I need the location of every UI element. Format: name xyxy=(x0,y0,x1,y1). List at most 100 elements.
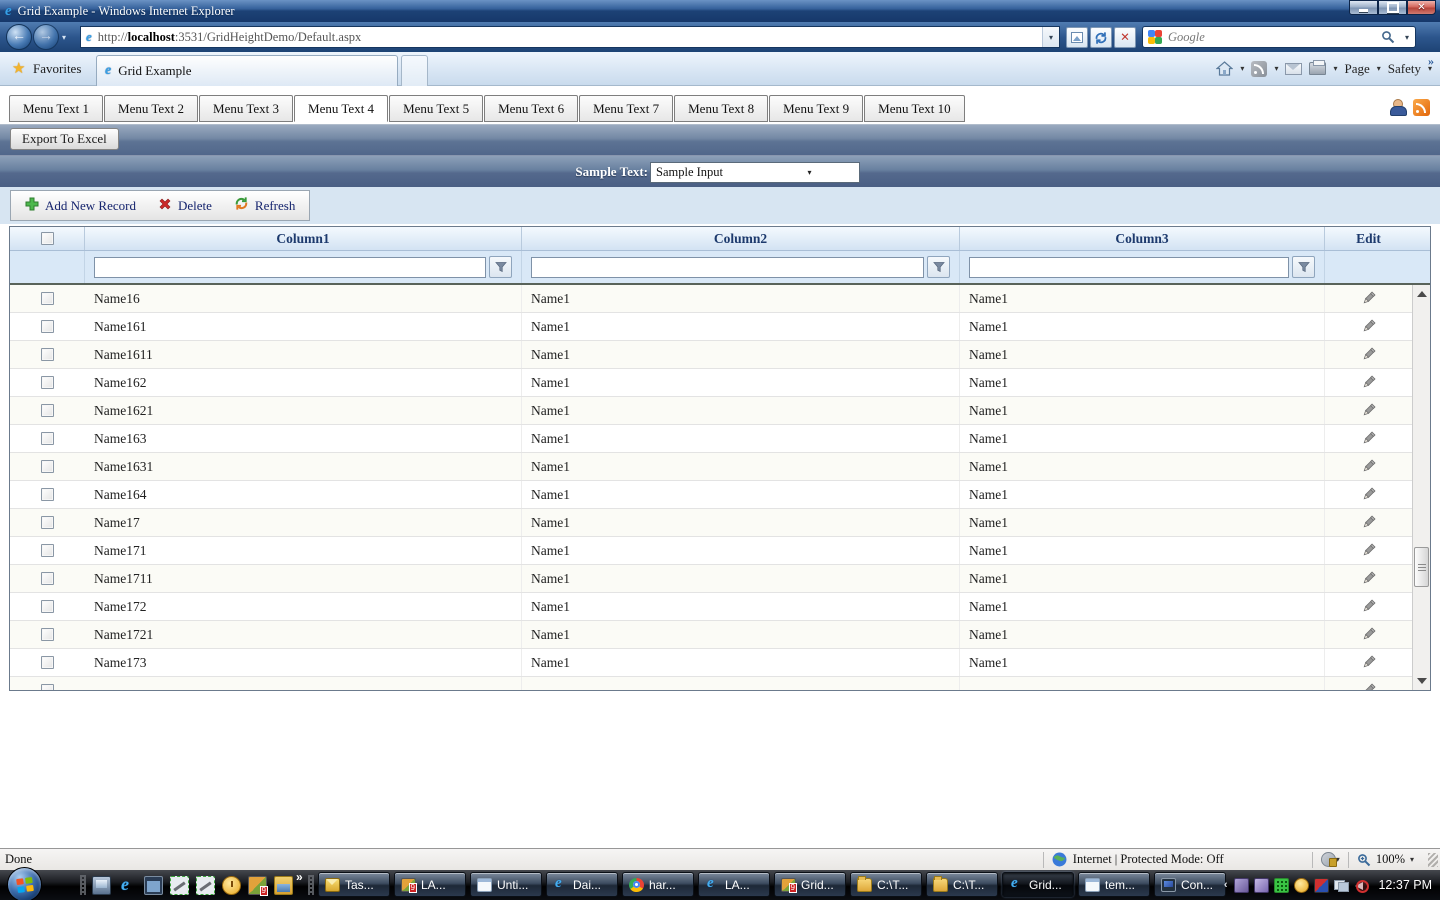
feeds-icon[interactable] xyxy=(1251,60,1268,77)
column2-header[interactable]: Column2 xyxy=(522,227,960,250)
search-options-dropdown-icon[interactable] xyxy=(1399,33,1415,42)
task-button[interactable]: C:\T... xyxy=(926,872,998,897)
table-row[interactable]: Name161 Name1 Name1 xyxy=(10,313,1412,341)
task-button[interactable]: Unti... xyxy=(470,872,542,897)
column2-filter-button[interactable] xyxy=(927,256,950,278)
grid-vertical-scrollbar[interactable] xyxy=(1412,285,1430,690)
edit-pencil-icon[interactable] xyxy=(1361,403,1376,418)
task-button[interactable]: Con... xyxy=(1154,872,1226,897)
zoom-control[interactable]: 100% xyxy=(1357,852,1428,867)
stop-button[interactable] xyxy=(1114,27,1136,48)
row-checkbox[interactable] xyxy=(41,292,54,305)
task-button[interactable]: Grid... xyxy=(1002,872,1074,897)
url-dropdown-icon[interactable] xyxy=(1042,27,1059,47)
export-to-excel-button[interactable]: Export To Excel xyxy=(10,128,119,150)
home-dropdown-icon[interactable] xyxy=(1240,64,1244,73)
column2-filter-input[interactable] xyxy=(531,256,924,278)
menu-tab[interactable]: Menu Text 8 xyxy=(674,95,769,122)
restore-button[interactable] xyxy=(1378,0,1407,15)
menu-tab[interactable]: Menu Text 1 xyxy=(9,95,104,122)
tray-icon[interactable] xyxy=(1254,877,1270,893)
table-row[interactable]: Name173 Name1 Name1 xyxy=(10,649,1412,677)
edit-pencil-icon[interactable] xyxy=(1361,375,1376,390)
table-row[interactable]: Name17 Name1 Name1 xyxy=(10,509,1412,537)
tray-icon[interactable] xyxy=(1274,877,1290,893)
menu-tab[interactable]: Menu Text 10 xyxy=(864,95,965,122)
scroll-up-icon[interactable] xyxy=(1417,291,1427,297)
row-checkbox[interactable] xyxy=(41,348,54,361)
table-row[interactable]: Name171 Name1 Name1 xyxy=(10,537,1412,565)
column3-header[interactable]: Column3 xyxy=(960,227,1325,250)
table-row[interactable]: Name1631 Name1 Name1 xyxy=(10,453,1412,481)
edit-pencil-icon[interactable] xyxy=(1361,599,1376,614)
edit-pencil-icon[interactable] xyxy=(1361,487,1376,502)
edit-pencil-icon[interactable] xyxy=(1361,347,1376,362)
minimize-button[interactable] xyxy=(1349,0,1378,15)
toolbar-grip[interactable] xyxy=(80,875,86,895)
table-row[interactable]: Name164 Name1 Name1 xyxy=(10,481,1412,509)
toolbar-grip[interactable] xyxy=(308,875,314,895)
task-button[interactable]: Grid... xyxy=(774,872,846,897)
edit-pencil-icon[interactable] xyxy=(1361,459,1376,474)
print-icon[interactable] xyxy=(1309,60,1327,75)
tray-icon[interactable] xyxy=(1314,877,1330,893)
quick-launch-icon[interactable] xyxy=(144,875,163,895)
home-button[interactable] xyxy=(1216,61,1234,76)
forward-button[interactable] xyxy=(33,24,59,50)
edit-pencil-icon[interactable] xyxy=(1361,291,1376,306)
table-row[interactable] xyxy=(10,677,1412,690)
edit-pencil-icon[interactable] xyxy=(1361,571,1376,586)
row-checkbox[interactable] xyxy=(41,432,54,445)
quick-launch-icon[interactable] xyxy=(118,874,137,895)
row-checkbox[interactable] xyxy=(41,460,54,473)
column1-filter-button[interactable] xyxy=(489,256,512,278)
menu-tab[interactable]: Menu Text 6 xyxy=(484,95,579,122)
row-checkbox[interactable] xyxy=(41,516,54,529)
edit-pencil-icon[interactable] xyxy=(1361,627,1376,642)
table-row[interactable]: Name1721 Name1 Name1 xyxy=(10,621,1412,649)
toolbar-button[interactable]: Refresh xyxy=(234,196,295,215)
quick-launch-icon[interactable] xyxy=(92,875,111,895)
safety-menu[interactable]: Safety xyxy=(1388,61,1421,77)
tray-chevron-icon[interactable] xyxy=(1224,879,1228,891)
table-row[interactable]: Name16 Name1 Name1 xyxy=(10,285,1412,313)
contact-icon[interactable] xyxy=(1389,98,1407,116)
menu-tab[interactable]: Menu Text 9 xyxy=(769,95,864,122)
read-mail-icon[interactable] xyxy=(1285,62,1303,75)
quick-launch-chevron-icon[interactable] xyxy=(296,870,303,884)
quick-launch-icon[interactable] xyxy=(222,875,241,895)
quick-launch-icon[interactable] xyxy=(170,875,189,895)
menu-tab[interactable]: Menu Text 3 xyxy=(199,95,294,122)
column1-header[interactable]: Column1 xyxy=(85,227,522,250)
table-row[interactable]: Name1621 Name1 Name1 xyxy=(10,397,1412,425)
quick-launch-icon[interactable] xyxy=(248,875,269,896)
url-field[interactable]: e http://localhost:3531/GridHeightDemo/D… xyxy=(80,26,1060,48)
security-zone[interactable]: Internet | Protected Mode: Off xyxy=(1052,852,1304,867)
row-checkbox[interactable] xyxy=(41,404,54,417)
task-button[interactable]: har... xyxy=(622,872,694,897)
history-dropdown-icon[interactable] xyxy=(62,33,66,42)
select-all-checkbox[interactable] xyxy=(40,232,54,245)
new-tab-button[interactable] xyxy=(401,55,428,86)
task-button[interactable]: LA... xyxy=(698,872,770,897)
search-input[interactable] xyxy=(1168,29,1381,45)
tray-icon[interactable] xyxy=(1354,878,1370,893)
window-titlebar[interactable]: e Grid Example - Windows Internet Explor… xyxy=(0,0,1440,22)
page-menu[interactable]: Page xyxy=(1344,61,1369,77)
column1-filter-input[interactable] xyxy=(94,256,486,278)
edit-pencil-icon[interactable] xyxy=(1361,655,1376,670)
row-checkbox[interactable] xyxy=(41,628,54,641)
task-button[interactable]: Tas... xyxy=(318,872,390,897)
zoom-dropdown-icon[interactable] xyxy=(1410,855,1414,864)
combobox-arrow-icon[interactable] xyxy=(755,168,859,177)
menu-tab[interactable]: Menu Text 5 xyxy=(389,95,484,122)
rss-icon[interactable] xyxy=(1413,98,1430,116)
refresh-button[interactable] xyxy=(1090,27,1112,48)
row-checkbox[interactable] xyxy=(41,376,54,389)
back-button[interactable] xyxy=(6,24,32,50)
scrollbar-thumb[interactable] xyxy=(1414,547,1429,587)
menu-tab[interactable]: Menu Text 4 xyxy=(294,95,389,122)
task-button[interactable]: LA... xyxy=(394,872,466,897)
row-checkbox[interactable] xyxy=(41,488,54,501)
edit-pencil-icon[interactable] xyxy=(1361,543,1376,558)
